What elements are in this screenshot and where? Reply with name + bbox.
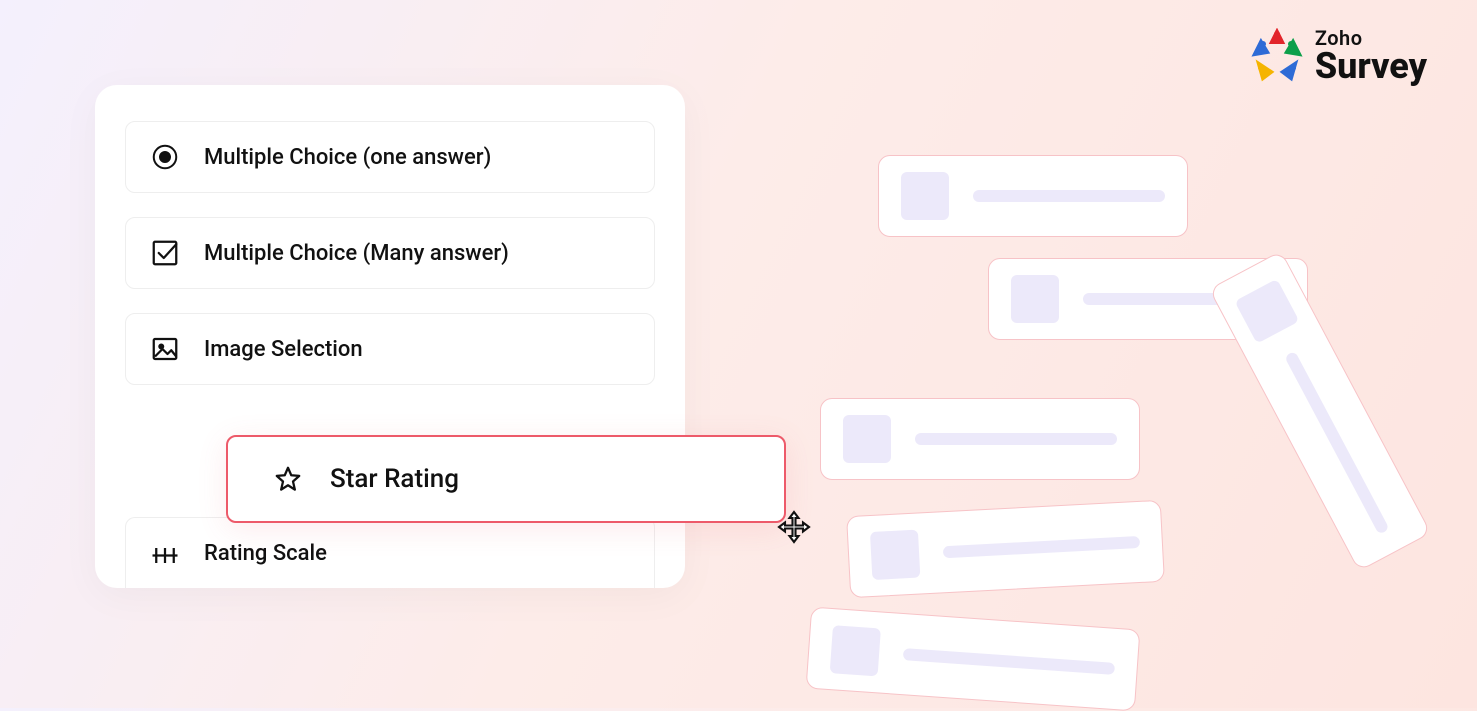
question-type-label: Image Selection bbox=[204, 337, 363, 362]
question-type-multiple-choice-one[interactable]: Multiple Choice (one answer) bbox=[125, 121, 655, 193]
drop-placeholder-card bbox=[1209, 250, 1432, 571]
drop-placeholder-card bbox=[806, 607, 1141, 711]
drop-placeholder-card bbox=[820, 398, 1140, 480]
brand-logo: Zoho Survey bbox=[1249, 28, 1427, 84]
question-type-image-selection[interactable]: Image Selection bbox=[125, 313, 655, 385]
question-type-star-rating-dragging[interactable]: Star Rating bbox=[226, 435, 786, 523]
zoho-logo-icon bbox=[1249, 28, 1305, 84]
star-icon bbox=[268, 459, 308, 499]
radio-icon bbox=[148, 140, 182, 174]
question-type-label: Rating Scale bbox=[204, 541, 327, 566]
question-type-label: Star Rating bbox=[330, 464, 459, 494]
drop-placeholder-card bbox=[846, 500, 1165, 598]
image-icon bbox=[148, 332, 182, 366]
question-type-rating-scale[interactable]: Rating Scale bbox=[125, 517, 655, 588]
question-type-label: Multiple Choice (one answer) bbox=[204, 145, 491, 170]
question-type-label: Multiple Choice (Many answer) bbox=[204, 241, 509, 266]
brand-name-product: Survey bbox=[1315, 48, 1427, 84]
scale-icon bbox=[148, 536, 182, 570]
question-type-multiple-choice-many[interactable]: Multiple Choice (Many answer) bbox=[125, 217, 655, 289]
checkbox-icon bbox=[148, 236, 182, 270]
move-cursor-icon bbox=[776, 509, 812, 545]
drop-placeholder-card bbox=[878, 155, 1188, 237]
